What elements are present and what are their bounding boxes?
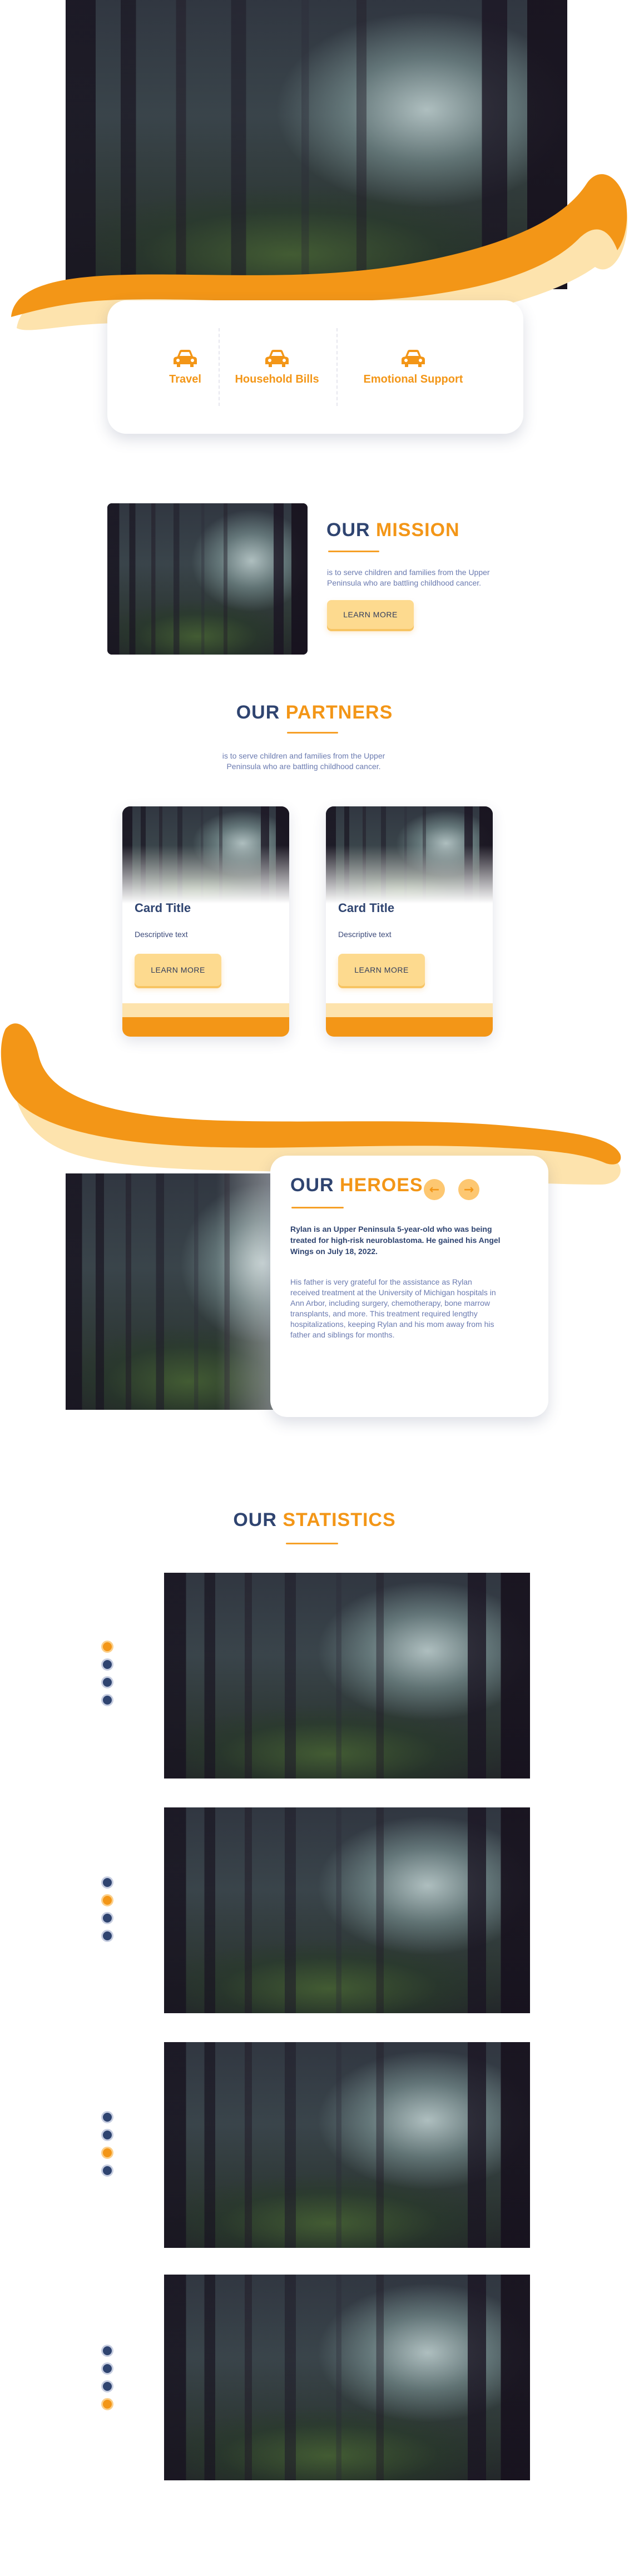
heroes-title: OUR HEROES [290, 1175, 423, 1196]
slide-dot[interactable] [101, 1876, 113, 1889]
heroes-body: His father is very grateful for the assi… [290, 1277, 496, 1339]
car-icon [174, 349, 197, 367]
mission-learn-more-button[interactable]: LEARN MORE [327, 600, 414, 629]
card-image [122, 806, 289, 904]
car-icon [402, 349, 425, 367]
slide-dot[interactable] [101, 1641, 113, 1653]
slide-dot[interactable] [101, 2164, 113, 2177]
arrow-left-icon[interactable]: ← [424, 1179, 445, 1200]
card-description: Descriptive text [338, 930, 392, 939]
statistics-slide-image [164, 2042, 530, 2248]
slide-dot[interactable] [101, 2129, 113, 2141]
slide-dot[interactable] [101, 1912, 113, 1924]
mission-image [107, 503, 308, 655]
card-image [326, 806, 493, 904]
partners-text: is to serve children and families from t… [222, 751, 385, 771]
card-title: Card Title [338, 901, 395, 915]
card-learn-more-button[interactable]: LEARN MORE [135, 954, 221, 986]
mission-title: OUR MISSION [326, 519, 460, 541]
slide-dot[interactable] [101, 1676, 113, 1688]
heroes-card: OUR HEROES ← → Rylan is an Upper Peninsu… [270, 1156, 548, 1417]
slide-dot[interactable] [101, 1894, 113, 1906]
slide-dot[interactable] [101, 2362, 113, 2375]
service-label: Household Bills [235, 373, 319, 385]
service-travel[interactable]: Travel [146, 300, 224, 434]
card-learn-more-button[interactable]: LEARN MORE [338, 954, 425, 986]
statistics-slide-image [164, 1573, 530, 1779]
services-card: Travel Household Bills Emotional Support [107, 300, 523, 434]
heroes-lead: Rylan is an Upper Peninsula 5-year-old w… [290, 1225, 501, 1256]
partners-title: OUR PARTNERS [236, 702, 393, 723]
slide-dot[interactable] [101, 2398, 113, 2410]
partner-card[interactable]: Card Title Descriptive text LEARN MORE [122, 806, 289, 1037]
partner-card[interactable]: Card Title Descriptive text LEARN MORE [326, 806, 493, 1037]
mission-text: is to serve children and families from t… [327, 568, 490, 587]
partners-underline [287, 732, 338, 734]
statistics-title: OUR STATISTICS [233, 1509, 396, 1530]
service-label: Travel [169, 373, 201, 385]
arrow-right-icon[interactable]: → [458, 1179, 479, 1200]
slide-dot[interactable] [101, 1930, 113, 1942]
divider [336, 328, 338, 406]
divider [219, 328, 220, 406]
slide-dot[interactable] [101, 1694, 113, 1706]
statistics-underline [286, 1543, 338, 1544]
slide-dot[interactable] [101, 2380, 113, 2392]
service-label: Emotional Support [363, 373, 463, 385]
slide-dot[interactable] [101, 2147, 113, 2159]
mission-underline [328, 551, 379, 552]
card-description: Descriptive text [135, 930, 188, 939]
service-household-bills[interactable]: Household Bills [224, 300, 330, 434]
card-title: Card Title [135, 901, 191, 915]
statistics-slide-image [164, 2275, 530, 2480]
car-icon [265, 349, 289, 367]
statistics-slide-image [164, 1807, 530, 2013]
heroes-underline [291, 1207, 344, 1208]
service-emotional-support[interactable]: Emotional Support [346, 300, 480, 434]
slide-dot[interactable] [101, 2345, 113, 2357]
slide-dot[interactable] [101, 1658, 113, 1671]
slide-dot[interactable] [101, 2111, 113, 2123]
